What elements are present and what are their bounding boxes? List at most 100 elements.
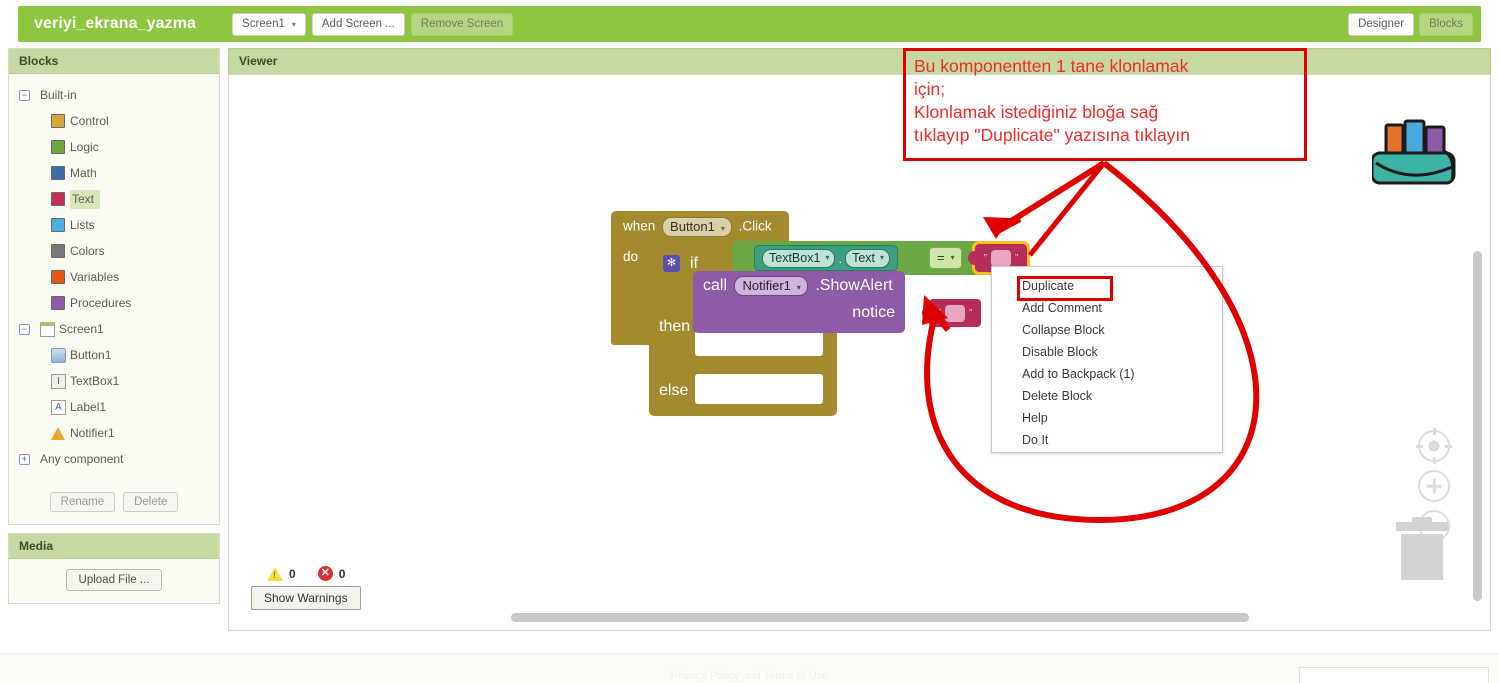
operator-dropdown[interactable]: = ▾ [929,247,962,269]
tree-item-label: Text [70,189,101,209]
tree-item-label: Notifier1 [70,426,115,440]
tree-item-button1[interactable]: Button1 [9,342,219,368]
string-value-field[interactable] [945,304,965,322]
designer-button[interactable]: Designer [1348,12,1415,36]
tree-item-control[interactable]: Control [9,108,219,134]
collapse-toggle-icon[interactable]: − [19,323,30,335]
remove-screen-button[interactable]: Remove Screen [410,12,514,36]
tree-item-label: Variables [70,270,120,284]
string-value-field[interactable] [991,249,1011,267]
tree-node-builtin[interactable]: − Built-in [9,82,219,108]
do-label: do [623,249,639,264]
tree-item-colors[interactable]: Colors [9,238,219,264]
tree-item-label1[interactable]: A Label1 [9,394,219,420]
when-component-dropdown[interactable]: Button1 ▾ [662,217,732,237]
tree-item-text[interactable]: Text [9,186,219,212]
expand-toggle-icon[interactable]: + [19,453,30,465]
add-screen-button[interactable]: Add Screen ... [311,12,405,36]
context-menu-item-delete-block[interactable]: Delete Block [992,385,1222,407]
then-label: then [659,318,691,335]
vertical-scrollbar[interactable] [1473,251,1482,601]
tree-node-any-component[interactable]: + Any component [9,446,219,472]
context-menu-item-help[interactable]: Help [992,407,1222,429]
open-quote: ” [937,307,941,319]
block-textbox1-text-getter[interactable]: TextBox1 ▾ . Text ▾ [754,245,899,271]
any-component-label: Any component [40,452,124,466]
chevron-down-icon: ▾ [796,283,801,292]
horizontal-scrollbar[interactable] [511,613,1249,622]
context-menu-item-disable-block[interactable]: Disable Block [992,341,1222,363]
label-icon: A [51,399,66,415]
delete-button[interactable]: Delete [123,492,179,512]
when-component-label: Button1 [670,219,715,234]
close-quote: ” [1015,252,1019,264]
tree-item-logic[interactable]: Logic [9,134,219,160]
chevron-down-icon: ▾ [720,224,725,233]
left-sidebar: Blocks − Built-in Control Logic Math Tex… [8,48,220,604]
blocks-tree: − Built-in Control Logic Math Text Lists… [9,74,219,482]
center-workspace-button[interactable] [1416,428,1452,464]
logic-color-icon [51,140,65,154]
call-component-label: Notifier1 [742,278,791,293]
tree-item-label: Button1 [70,348,112,362]
when-block-header: when Button1 ▾ .Click [611,211,789,237]
tree-item-label: Label1 [70,400,107,414]
tree-actions: Rename Delete [9,482,219,524]
error-count: ✕ 0 [317,566,346,581]
screen-select-dropdown[interactable]: Screen1 ▾ [232,12,306,36]
show-warnings-button[interactable]: Show Warnings [251,586,361,610]
block-plug [968,251,976,265]
error-circle-icon: ✕ [317,566,333,581]
blocks-panel-header: Blocks [9,49,219,74]
call-component-dropdown[interactable]: Notifier1 ▾ [734,276,808,296]
tree-item-label: Colors [70,244,105,258]
tree-item-lists[interactable]: Lists [9,212,219,238]
annotation-line-3: Klonlamak istediğiniz bloğa sağ [914,102,1159,122]
blocks-button[interactable]: Blocks [1419,12,1473,36]
tree-item-label: Math [70,166,97,180]
block-call-notifier1-showalert[interactable]: call Notifier1 ▾ .ShowAlert notice [693,271,905,333]
error-count-value: 0 [338,566,346,581]
call-method-label: .ShowAlert [815,277,893,295]
tree-item-label: Lists [70,218,95,232]
upload-file-button[interactable]: Upload File ... [65,569,163,591]
block-context-menu[interactable]: Duplicate Add Comment Collapse Block Dis… [991,266,1223,453]
backpack-icon[interactable] [1370,117,1462,189]
footer-text[interactable]: Privacy Policy and Terms of Use [671,670,829,682]
dot-separator: . [838,250,843,266]
media-panel: Media Upload File ... [8,533,220,604]
when-keyword: when [623,218,656,234]
tree-item-textbox1[interactable]: I TextBox1 [9,368,219,394]
tree-item-notifier1[interactable]: Notifier1 [9,420,219,446]
open-quote: ” [983,252,987,264]
else-slot[interactable] [695,374,823,404]
rename-button[interactable]: Rename [49,492,116,512]
gear-icon[interactable]: ✻ [663,255,680,272]
getter-property-dropdown[interactable]: Text ▾ [845,248,891,268]
tree-item-math[interactable]: Math [9,160,219,186]
when-event-label: .Click [738,218,772,234]
context-menu-item-duplicate[interactable]: Duplicate [992,275,1222,301]
tree-item-variables[interactable]: Variables [9,264,219,290]
context-menu-item-do-it[interactable]: Do It [992,429,1222,451]
tree-item-procedures[interactable]: Procedures [9,290,219,316]
lists-color-icon [51,218,65,232]
variables-color-icon [51,270,65,284]
notifier-icon [51,426,65,440]
screen-label: Screen1 [59,322,104,336]
tree-node-screen1[interactable]: − Screen1 [9,316,219,342]
tree-item-label: Control [70,114,109,128]
textbox-icon: I [51,373,66,389]
context-menu-item-add-to-backpack[interactable]: Add to Backpack (1) [992,363,1222,385]
annotation-line-4: tıklayıp "Duplicate" yazısına tıklayın [914,125,1191,145]
call-block-header: call Notifier1 ▾ .ShowAlert [693,271,905,296]
tree-item-label: Logic [70,140,99,154]
getter-component-dropdown[interactable]: TextBox1 ▾ [762,248,836,268]
block-empty-string-notice[interactable]: ” ” [922,299,981,327]
app-root: veriyi_ekrana_yazma Screen1 ▾ Add Screen … [0,0,1499,683]
zoom-in-button[interactable] [1418,470,1450,502]
collapse-toggle-icon[interactable]: − [19,89,30,101]
tree-item-label: Procedures [70,296,132,310]
context-menu-item-collapse-block[interactable]: Collapse Block [992,319,1222,341]
trash-can-icon[interactable] [1396,517,1448,580]
